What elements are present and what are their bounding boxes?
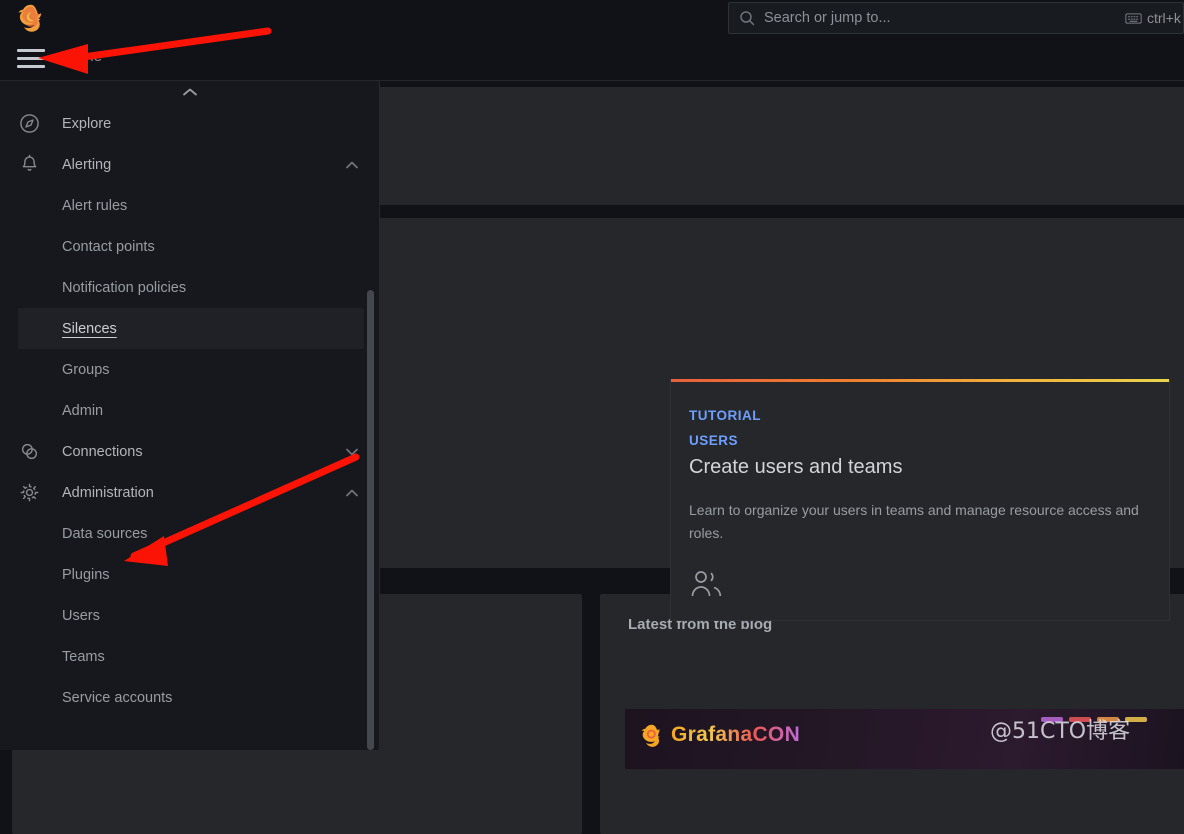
grafana-logo-icon[interactable] bbox=[16, 3, 46, 33]
top-header-bar: Search or jump to... ctrl+k bbox=[0, 0, 1184, 36]
sidebar-item-alerting[interactable]: Alerting bbox=[0, 144, 379, 185]
card-title: Create users and teams bbox=[689, 456, 903, 478]
sidebar-item-label: Silences bbox=[62, 320, 117, 337]
hamburger-menu-icon[interactable] bbox=[17, 46, 45, 70]
card-description: Learn to organize your users in teams an… bbox=[689, 502, 1139, 542]
chevron-up-icon[interactable] bbox=[344, 157, 360, 173]
nav-scroll-up-indicator[interactable] bbox=[0, 81, 379, 103]
chevron-up-icon bbox=[183, 88, 197, 96]
card-eyebrow-line1: TUTORIAL bbox=[689, 408, 761, 423]
navigation-drawer[interactable]: Explore Alerting Alert rules Contact poi… bbox=[0, 81, 380, 750]
sidebar-item-silences[interactable]: Silences bbox=[18, 308, 364, 349]
search-shortcut-label: ctrl+k bbox=[1147, 10, 1181, 26]
sidebar-item-label: Teams bbox=[62, 648, 105, 665]
sidebar-item-users[interactable]: Users bbox=[0, 595, 379, 636]
banner-title: GrafanaCON bbox=[671, 723, 801, 746]
nav-item-list: Explore Alerting Alert rules Contact poi… bbox=[0, 103, 379, 718]
sidebar-item-connections[interactable]: Connections bbox=[0, 431, 379, 472]
nav-scrollbar-thumb[interactable] bbox=[367, 290, 374, 750]
nav-item-data-sources[interactable]: Data sources bbox=[0, 513, 379, 554]
search-placeholder: Search or jump to... bbox=[764, 10, 891, 26]
card-eyebrow: TUTORIAL USERS bbox=[689, 404, 761, 454]
sidebar-item-label: Groups bbox=[62, 361, 110, 378]
sidebar-item-label: Data sources bbox=[62, 525, 148, 542]
sidebar-item-label: Alerting bbox=[62, 156, 112, 173]
card-eyebrow-line2: USERS bbox=[689, 432, 739, 448]
gear-icon bbox=[18, 482, 40, 504]
sidebar-item-label: Alert rules bbox=[62, 197, 128, 214]
sidebar-item-label: Service accounts bbox=[62, 689, 173, 706]
sidebar-item-explore[interactable]: Explore bbox=[0, 103, 379, 144]
sidebar-item-label: Users bbox=[62, 607, 100, 624]
sidebar-item-contact-points[interactable]: Contact points bbox=[0, 226, 379, 267]
breadcrumb[interactable]: Home bbox=[62, 48, 102, 65]
sidebar-item-label: Admin bbox=[62, 402, 104, 419]
connections-icon bbox=[18, 441, 40, 463]
tutorial-card-create-users-and-teams[interactable]: TUTORIAL USERS Create users and teams Le… bbox=[670, 379, 1170, 621]
users-group-icon bbox=[691, 571, 722, 597]
sidebar-item-groups[interactable]: Groups bbox=[0, 349, 379, 390]
sidebar-item-label: Contact points bbox=[62, 238, 155, 255]
search-shortcut-hint: ctrl+k bbox=[1125, 10, 1181, 26]
sidebar-item-label: Connections bbox=[62, 443, 143, 460]
chevron-up-icon[interactable] bbox=[344, 485, 360, 501]
sidebar-item-label: Plugins bbox=[62, 566, 110, 583]
grafana-logo-icon bbox=[641, 724, 660, 747]
sidebar-item-admin[interactable]: Admin bbox=[0, 390, 379, 431]
search-icon bbox=[740, 11, 755, 26]
breadcrumb-bar: Home bbox=[0, 36, 1184, 81]
sidebar-item-label: Administration bbox=[62, 484, 154, 501]
compass-icon bbox=[18, 113, 40, 135]
chevron-down-icon[interactable] bbox=[344, 444, 360, 460]
sidebar-item-teams[interactable]: Teams bbox=[0, 636, 379, 677]
sidebar-item-plugins[interactable]: Plugins bbox=[0, 554, 379, 595]
watermark: @51CTO博客 bbox=[990, 719, 1131, 744]
bell-icon bbox=[18, 154, 40, 176]
sidebar-item-label: Explore bbox=[62, 115, 112, 132]
sidebar-item-service-accounts[interactable]: Service accounts bbox=[0, 677, 379, 718]
sidebar-item-label: Notification policies bbox=[62, 279, 187, 296]
search-input[interactable]: Search or jump to... ctrl+k bbox=[728, 2, 1184, 34]
keyboard-icon bbox=[1125, 12, 1142, 24]
sidebar-item-administration[interactable]: Administration bbox=[0, 472, 379, 513]
sidebar-item-alert-rules[interactable]: Alert rules bbox=[0, 185, 379, 226]
card-accent-bar bbox=[671, 379, 1169, 382]
sidebar-item-notification-policies[interactable]: Notification policies bbox=[0, 267, 379, 308]
